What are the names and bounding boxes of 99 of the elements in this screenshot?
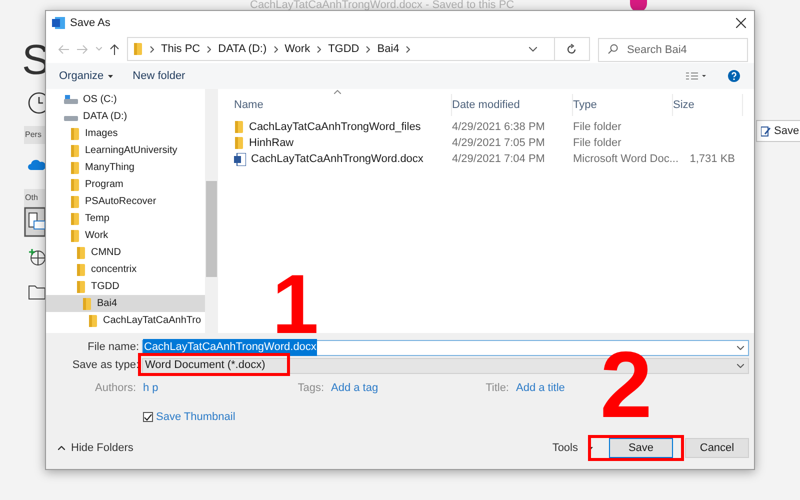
property-label: Title:: [486, 380, 509, 396]
tree-item[interactable]: Temp: [46, 210, 205, 227]
folder-icon: [70, 162, 80, 174]
chevron-right-icon: [317, 46, 322, 52]
word-icon: [52, 17, 65, 29]
breadcrumb-item[interactable]: This PC: [161, 40, 200, 58]
search-icon: [608, 44, 618, 54]
save-pencil-icon: [761, 126, 771, 136]
folder-icon: [234, 121, 244, 133]
file-name[interactable]: HinhRaw: [249, 134, 294, 152]
date-cell-text: 4/29/2021 7:05 PM: [452, 136, 545, 151]
folder-icon: [70, 230, 80, 242]
file-name[interactable]: CachLayTatCaAnhTrongWord_files: [249, 118, 421, 136]
step-number: 1: [272, 273, 319, 336]
column-header[interactable]: Size: [673, 94, 743, 116]
scrollbar-thumb[interactable]: [206, 181, 217, 277]
folder-icon: [88, 314, 98, 326]
breadcrumb-item[interactable]: DATA (D:): [218, 40, 267, 58]
chevron-right-icon: [366, 46, 370, 52]
breadcrumb-item[interactable]: Bai4: [377, 40, 400, 58]
chevron-right-icon: [150, 46, 154, 52]
tree-item[interactable]: Images: [46, 125, 205, 142]
type-cell-text: Microsoft Word Doc...: [573, 152, 679, 167]
folder-icon: [70, 178, 80, 190]
computer-icon[interactable]: [24, 207, 46, 237]
column-header[interactable]: Name: [234, 94, 452, 116]
file-name[interactable]: CachLayTatCaAnhTrongWord.docx: [251, 150, 424, 168]
view-options-icon[interactable]: [686, 72, 706, 80]
hide-folders-button[interactable]: Hide Folders: [51, 440, 134, 456]
folder-icon: [70, 212, 80, 224]
tree-item[interactable]: concentrix: [46, 261, 205, 278]
tree-item[interactable]: TGDD: [46, 278, 205, 295]
date-cell-text: 4/29/2021 6:38 PM: [452, 120, 545, 135]
document-title: CachLayTatCaAnhTrongWord.docx - Saved to this PC: [250, 0, 514, 10]
checkbox-label[interactable]: Save Thumbnail: [156, 409, 236, 426]
chevron-up-icon: [58, 446, 65, 450]
organize-button[interactable]: Organize: [59, 68, 113, 84]
chevron-right-icon: [274, 46, 278, 52]
folder-icon: [76, 280, 86, 292]
field-label: File name:: [86, 340, 139, 356]
tree-item[interactable]: OS (C:): [46, 91, 205, 108]
dialog-title: Save As: [70, 16, 110, 31]
folder-icon: [70, 144, 80, 156]
chevron-down-icon[interactable]: [529, 46, 537, 52]
breadcrumb-item[interactable]: TGDD: [328, 40, 360, 58]
chevron-right-icon: [207, 46, 212, 52]
section-label: Oth: [24, 189, 45, 207]
folder-icon: [76, 264, 86, 276]
up-arrow-icon[interactable]: [110, 44, 119, 54]
size-cell-text: 1,731 KB: [690, 152, 735, 167]
close-icon[interactable]: [736, 18, 746, 28]
date-cell-text: 4/29/2021 7:04 PM: [452, 152, 545, 167]
breadcrumb-item[interactable]: Work: [284, 40, 310, 58]
globe-icon[interactable]: [28, 247, 46, 267]
address-bar[interactable]: This PC DATA (D:) Work TGDD Bai4: [127, 37, 590, 61]
folder-icon: [76, 246, 86, 258]
tree-item[interactable]: ManyThing: [46, 159, 205, 176]
property-link[interactable]: h p: [143, 380, 158, 396]
property-label: Authors:: [95, 380, 136, 396]
tools-button[interactable]: Tools: [552, 440, 593, 456]
refresh-icon[interactable]: [566, 44, 577, 54]
tree-item[interactable]: DATA (D:): [46, 108, 205, 125]
section-label: Pers: [24, 126, 45, 144]
folder-icon: [82, 298, 92, 310]
chevron-down-icon[interactable]: [737, 346, 744, 350]
folder-icon: [70, 196, 80, 208]
caret-icon: [108, 74, 113, 78]
help-icon[interactable]: [728, 70, 740, 82]
save-button[interactable]: Save: [756, 120, 800, 142]
sort-caret-icon: [334, 90, 341, 94]
property-link[interactable]: Add a tag: [331, 380, 378, 396]
cancel-button[interactable]: Cancel: [685, 438, 749, 458]
word-document-icon: [234, 152, 246, 166]
tree-item[interactable]: LearningAtUniversity: [46, 142, 205, 159]
property-link[interactable]: Add a title: [516, 380, 565, 396]
tree-item[interactable]: Work: [46, 227, 205, 244]
cloud-icon: [28, 158, 46, 170]
type-cell-text: File folder: [573, 136, 622, 151]
folder-icon: [133, 43, 143, 55]
checkbox[interactable]: [143, 412, 153, 422]
column-header[interactable]: Type: [573, 94, 673, 116]
save-button[interactable]: Save: [609, 438, 673, 458]
tree-item[interactable]: PSAutoRecover: [46, 193, 205, 210]
chevron-right-icon: [406, 46, 410, 52]
tree-item[interactable]: CachLayTatCaAnhTro: [46, 312, 205, 329]
type-cell-text: File folder: [573, 120, 622, 135]
folder-icon: [234, 137, 244, 149]
drive-icon: [64, 94, 78, 104]
folder-icon[interactable]: [28, 284, 46, 300]
tree-item[interactable]: Program: [46, 176, 205, 193]
folder-icon: [70, 128, 80, 140]
tree-item[interactable]: Bai4: [46, 295, 205, 312]
chevron-down-icon[interactable]: [737, 364, 744, 368]
new-folder-button[interactable]: New folder: [132, 68, 186, 84]
column-header[interactable]: Date modified: [452, 94, 573, 116]
field-label: Save as type:: [71, 358, 139, 374]
search-field[interactable]: Search Bai4: [598, 38, 748, 62]
tree-item[interactable]: CMND: [46, 244, 205, 261]
property-label: Tags:: [298, 380, 324, 396]
